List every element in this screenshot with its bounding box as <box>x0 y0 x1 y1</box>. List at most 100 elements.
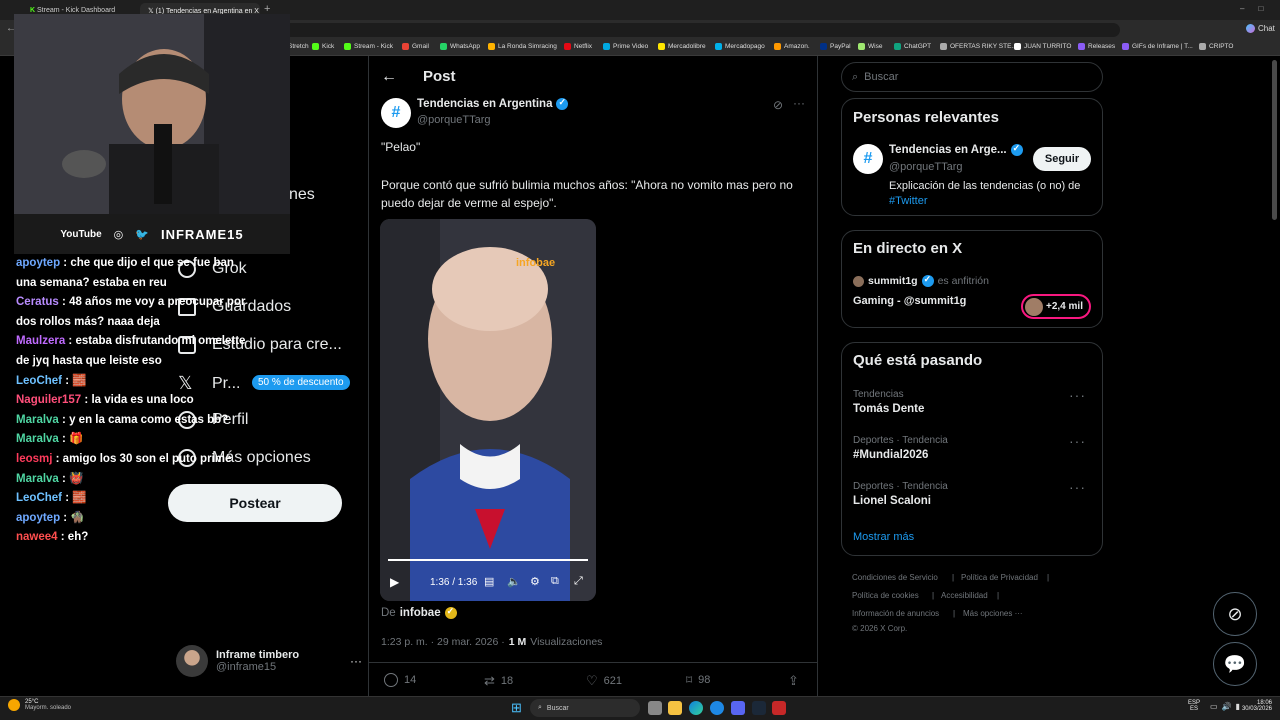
bookmark-item[interactable]: Stream - Kick <box>344 43 393 50</box>
footer-link[interactable]: Política de cookies <box>852 591 919 600</box>
file-explorer-icon[interactable] <box>668 701 682 715</box>
share-icon: ⇪ <box>788 673 799 688</box>
chat-username[interactable]: Maralva <box>16 473 59 485</box>
messages-float-icon[interactable]: 💬 <box>1213 642 1257 686</box>
search-input[interactable]: ⌕ Buscar <box>841 62 1103 92</box>
language-indicator[interactable]: ESP ES <box>1188 700 1200 712</box>
grok-explain-icon[interactable]: ⊘ <box>773 98 783 112</box>
live-listeners-pill[interactable]: +2,4 mil <box>1021 294 1091 319</box>
video-player[interactable]: infobae ▶ 1:36 / 1:36 ▤ 🔈 ⚙ ⧉ ⤢ <box>380 219 596 601</box>
app-icon[interactable] <box>772 701 786 715</box>
bookmark-item[interactable]: CRIPTO <box>1199 43 1233 50</box>
back-arrow-icon[interactable]: ← <box>381 68 397 86</box>
bookmark-item[interactable]: Netflix <box>564 43 592 50</box>
author-name-row[interactable]: Tendencias en Argentina <box>417 97 569 110</box>
footer-link[interactable]: Política de Privacidad <box>961 573 1038 582</box>
source-link[interactable]: infobae <box>400 607 441 619</box>
bookmark-item[interactable]: Stretch <box>288 43 309 50</box>
webcam-feed <box>14 14 290 214</box>
task-view-icon[interactable] <box>648 701 662 715</box>
chat-username[interactable]: Maralva <box>16 414 59 426</box>
bookmark-action[interactable]: ⌑ 98 <box>686 673 710 687</box>
post-more-icon[interactable]: ··· <box>793 96 805 110</box>
grok-float-icon[interactable]: ⊘ <box>1213 592 1257 636</box>
bookmark-item[interactable]: La Ronda Simracing <box>488 43 557 50</box>
fullscreen-icon[interactable]: ⤢ <box>574 575 583 588</box>
bookmark-item[interactable]: WhatsApp <box>440 43 480 50</box>
chat-username[interactable]: apoytep <box>16 257 60 269</box>
bookmark-item[interactable]: PayPal <box>820 43 851 50</box>
window-controls[interactable]: –□ <box>1240 4 1277 13</box>
bookmark-item[interactable]: Wise <box>858 43 882 50</box>
chat-username[interactable]: LeoChef <box>16 375 62 387</box>
live-stream-title[interactable]: Gaming - @summit1g <box>853 295 966 307</box>
windows-start-icon[interactable]: ⊞ <box>511 700 522 716</box>
social-strip: YouTube ◎ 🐦 INFRAME15 <box>14 214 290 254</box>
chat-text: 🧌 <box>70 511 85 524</box>
live-host-row[interactable]: summit1g es anfitrión <box>853 274 989 287</box>
trend-topic[interactable]: #Mundial2026 <box>853 449 928 461</box>
captions-icon[interactable]: ▤ <box>484 575 494 588</box>
author-name: Tendencias en Argentina <box>417 98 553 110</box>
page-scrollbar[interactable] <box>1272 60 1277 220</box>
footer-link[interactable]: Accesibilidad <box>941 591 988 600</box>
relevant-avatar[interactable]: # <box>853 144 883 174</box>
app-icon[interactable] <box>710 701 724 715</box>
bookmark-item[interactable]: GIFs de Inframe | T... <box>1122 43 1193 50</box>
clock[interactable]: 18:06 30/03/2026 <box>1238 700 1272 712</box>
bookmark-item[interactable]: Mercadopago <box>715 43 765 50</box>
chat-username[interactable]: Ceratus <box>16 296 59 308</box>
trend-more-icon[interactable]: ··· <box>1069 479 1086 495</box>
chat-separator: : <box>60 511 71 524</box>
edge-icon[interactable] <box>689 701 703 715</box>
browser-chat-button[interactable]: Chat <box>1246 24 1275 33</box>
author-handle: @porqueTTarg <box>417 114 491 126</box>
account-switcher[interactable]: Inframe timbero @inframe15 ··· <box>176 644 362 678</box>
trend-more-icon[interactable]: ··· <box>1069 387 1086 403</box>
footer-link[interactable]: Más opciones ··· <box>963 609 1023 618</box>
chat-username[interactable]: LeoChef <box>16 492 62 504</box>
footer-link[interactable]: Condiciones de Servicio <box>852 573 938 582</box>
footer-link[interactable]: Información de anuncios <box>852 609 939 618</box>
bookmark-item[interactable]: Kick <box>312 43 334 50</box>
play-icon[interactable]: ▶ <box>390 575 399 589</box>
taskbar-search[interactable]: ⌕ Buscar <box>530 699 640 717</box>
volume-icon[interactable]: 🔈 <box>507 575 521 588</box>
bookmark-favicon-icon <box>820 43 827 50</box>
repost-action[interactable]: ⇄ 18 <box>484 673 513 689</box>
settings-gear-icon[interactable]: ⚙ <box>530 575 540 588</box>
chat-username[interactable]: apoytep <box>16 512 60 524</box>
show-more-link[interactable]: Mostrar más <box>853 531 914 543</box>
trend-more-icon[interactable]: ··· <box>1069 433 1086 449</box>
share-action[interactable]: ⇪ <box>788 673 799 689</box>
like-action[interactable]: ♡ 621 <box>586 673 622 689</box>
bookmark-item[interactable]: Releases <box>1078 43 1115 50</box>
follow-button[interactable]: Seguir <box>1033 147 1091 171</box>
chat-username[interactable]: leosmj <box>16 453 52 465</box>
bookmark-item[interactable]: OFERTAS RIKY STE... <box>940 43 1017 50</box>
chat-message: LeoChef : 🧱 <box>16 372 246 392</box>
reply-action[interactable]: 14 <box>384 673 416 687</box>
author-avatar[interactable]: # <box>381 98 411 128</box>
chat-username[interactable]: Maralva <box>16 433 59 445</box>
discord-icon[interactable] <box>731 701 745 715</box>
bookmark-item[interactable]: Mercadolibre <box>658 43 706 50</box>
steam-icon[interactable] <box>752 701 766 715</box>
chat-username[interactable]: Maulzera <box>16 335 65 347</box>
video-progress-track[interactable] <box>388 559 588 561</box>
bookmark-item[interactable]: Prime Video <box>603 43 648 50</box>
relevant-name-row[interactable]: Tendencias en Arge... <box>889 143 1023 156</box>
pip-icon[interactable]: ⧉ <box>551 575 559 588</box>
chat-username[interactable]: Naguiler157 <box>16 394 81 406</box>
trend-topic[interactable]: Lionel Scaloni <box>853 495 931 507</box>
bio-hashtag-link[interactable]: #Twitter <box>889 195 928 207</box>
bookmark-item[interactable]: Gmail <box>402 43 429 50</box>
trend-topic[interactable]: Tomás Dente <box>853 403 924 415</box>
bookmark-item[interactable]: Amazon. <box>774 43 810 50</box>
chat-username[interactable]: nawee4 <box>16 531 58 543</box>
weather-widget[interactable]: 25°C Mayorm. soleado <box>8 699 71 711</box>
bookmark-item[interactable]: JUAN TURRITO <box>1014 43 1071 50</box>
post-timestamp[interactable]: 1:23 p. m. · 29 mar. 2026 · <box>381 636 505 648</box>
bookmark-item[interactable]: ChatGPT <box>894 43 931 50</box>
bookmark-favicon-icon <box>603 43 610 50</box>
